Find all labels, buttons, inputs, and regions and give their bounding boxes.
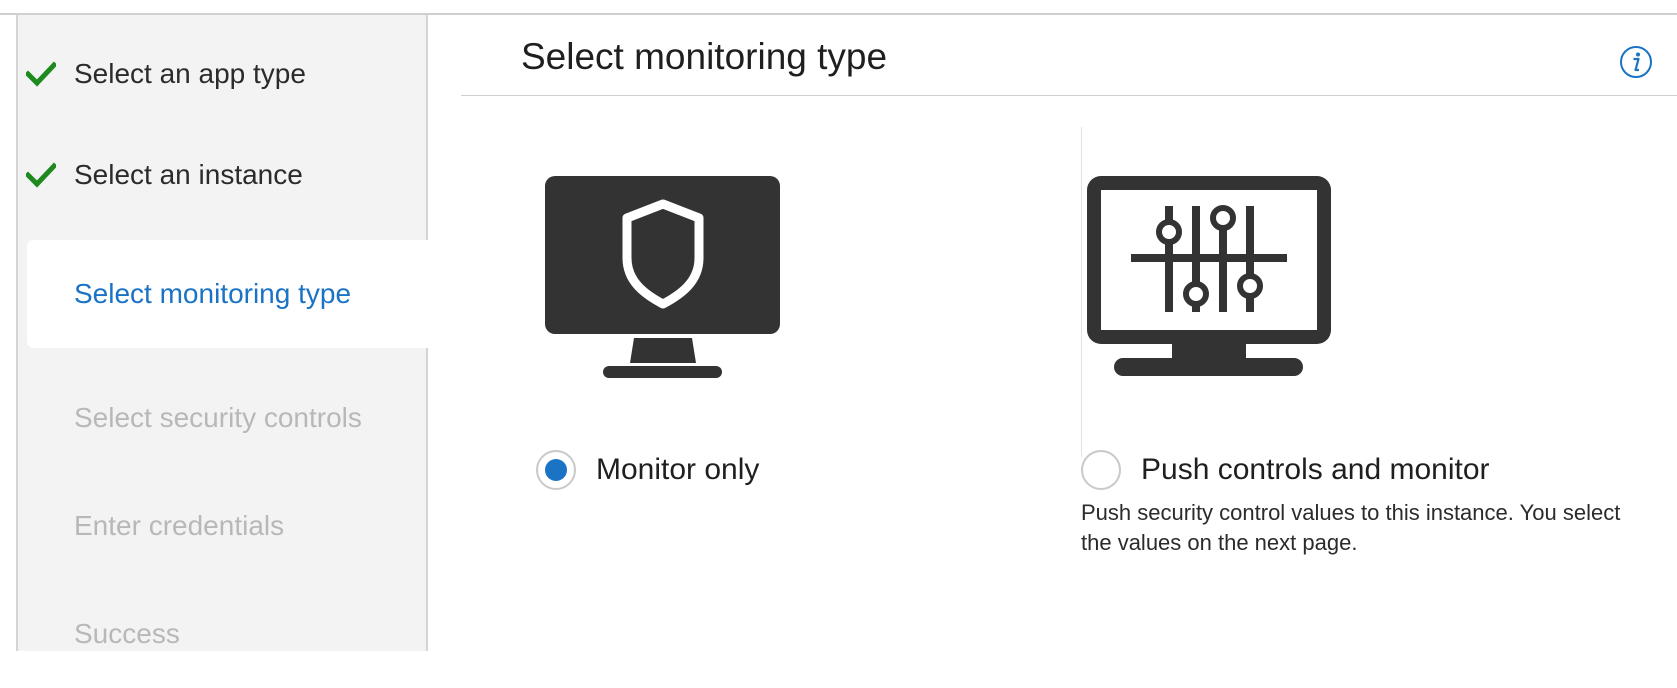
info-icon[interactable] [1619, 45, 1653, 79]
step-label: Select an instance [74, 159, 303, 190]
step-label: Select an app type [74, 58, 306, 89]
push-controls-radio[interactable] [1081, 450, 1121, 490]
title-divider [461, 95, 1677, 96]
step-select-instance[interactable]: Select an instance [18, 121, 430, 229]
column-divider [1081, 127, 1082, 457]
monitor-sliders-icon [1087, 176, 1331, 376]
step-enter-credentials: Enter credentials [18, 472, 430, 580]
monitor-only-radio[interactable] [536, 450, 576, 490]
step-label: Enter credentials [74, 510, 285, 541]
page-title: Select monitoring type [521, 36, 888, 77]
push-controls-label[interactable]: Push controls and monitor [1141, 453, 1490, 487]
step-success: Success [18, 580, 430, 688]
monitor-only-label[interactable]: Monitor only [596, 453, 759, 487]
step-label: Select monitoring type [74, 278, 352, 309]
wizard-page: Select an app type Select an instance Se… [0, 0, 1677, 651]
step-select-monitoring-type[interactable]: Select monitoring type [27, 240, 432, 348]
wizard-steps-sidebar: Select an app type Select an instance Se… [16, 15, 432, 651]
monitor-shield-icon [545, 176, 780, 378]
step-label: Select security controls [74, 402, 362, 433]
checkmark-icon [26, 61, 56, 87]
checkmark-icon [26, 162, 56, 188]
step-select-security-controls: Select security controls [18, 364, 430, 472]
step-select-app-type[interactable]: Select an app type [18, 20, 430, 128]
push-controls-description: Push security control values to this ins… [1081, 500, 1621, 555]
step-label: Success [74, 618, 180, 649]
